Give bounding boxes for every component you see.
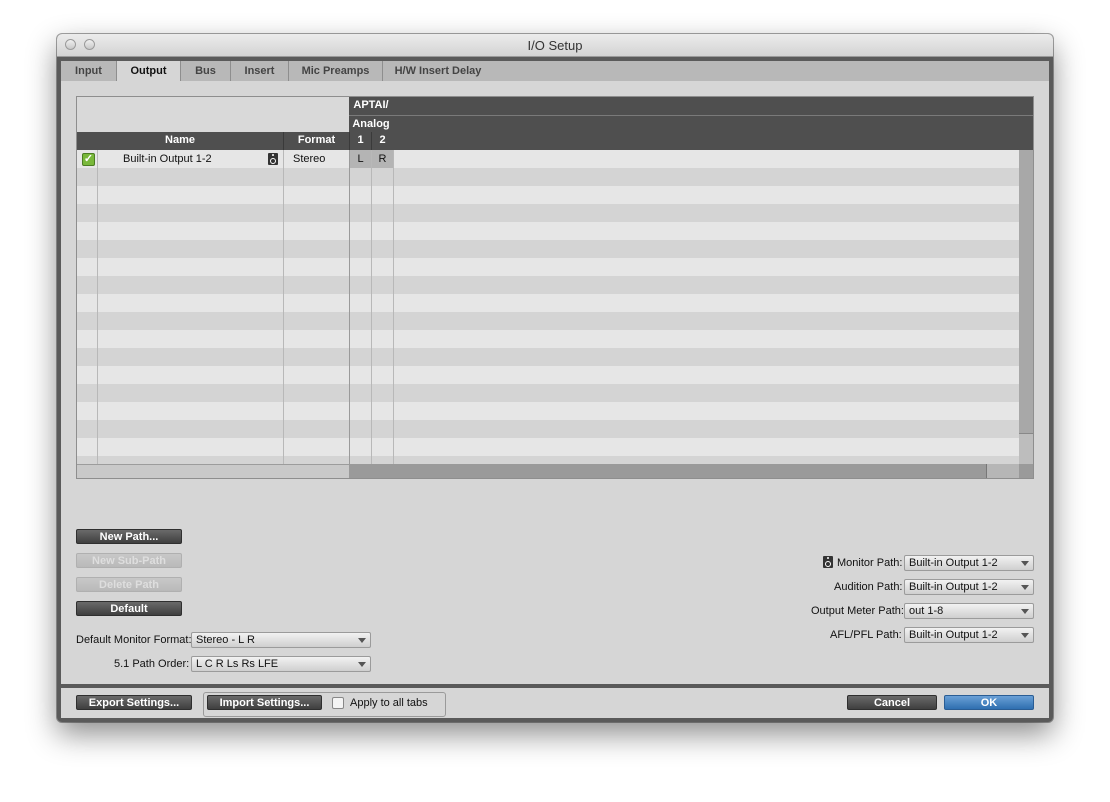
table-row[interactable] (77, 438, 1020, 456)
cancel-button[interactable]: Cancel (847, 695, 937, 710)
apply-to-all-tabs-checkbox[interactable] (332, 697, 344, 709)
select-value: Built-in Output 1-2 (909, 629, 998, 641)
import-settings-button[interactable]: Import Settings... (207, 695, 322, 710)
table-row[interactable] (77, 168, 1020, 186)
table-row[interactable] (77, 330, 1020, 348)
tab-bus[interactable]: Bus (181, 61, 231, 81)
select-value: out 1-8 (909, 605, 944, 617)
device-header-fill (393, 97, 1033, 115)
table-row[interactable] (77, 420, 1020, 438)
enable-checkbox[interactable]: ✓ (82, 153, 95, 166)
table-row[interactable] (77, 456, 1020, 464)
table-row[interactable] (77, 294, 1020, 312)
chevron-down-icon (358, 662, 366, 667)
output-meter-path-label: Output Meter Path: (811, 605, 904, 617)
audition-path-label: Audition Path: (834, 581, 903, 593)
chevron-down-icon (1021, 585, 1029, 590)
output-meter-path-select[interactable]: out 1-8 (904, 603, 1034, 619)
path-format: Stereo (293, 153, 326, 165)
table-row[interactable] (77, 222, 1020, 240)
table-row[interactable] (77, 240, 1020, 258)
table-row[interactable] (77, 186, 1020, 204)
group-header: Analog (349, 115, 393, 132)
default-monitor-format-label: Default Monitor Format: (76, 634, 192, 646)
tab-output[interactable]: Output (117, 61, 181, 82)
tab-insert[interactable]: Insert (231, 61, 289, 81)
channel-1-header: 1 (349, 132, 371, 150)
speaker-icon (823, 556, 833, 568)
afl-pfl-path-select[interactable]: Built-in Output 1-2 (904, 627, 1034, 643)
vertical-scrollbar[interactable] (1019, 150, 1033, 464)
bottom-bar: Export Settings... Import Settings... Ap… (61, 688, 1049, 718)
default-monitor-format-select[interactable]: Stereo - L R (191, 632, 371, 648)
channel-header-fill (393, 132, 1033, 150)
io-grid: APTAI/ Analog Name Format 1 2 ✓ Built-in… (76, 96, 1034, 479)
table-row[interactable] (77, 312, 1020, 330)
select-value: Built-in Output 1-2 (909, 581, 998, 593)
chevron-down-icon (358, 638, 366, 643)
path-order-label: 5.1 Path Order: (114, 658, 190, 670)
new-sub-path-button[interactable]: New Sub-Path (76, 553, 182, 568)
select-value: Stereo - L R (196, 634, 255, 646)
tab-bar: Input Output Bus Insert Mic Preamps H/W … (61, 61, 1049, 82)
tab-mic-preamps[interactable]: Mic Preamps (289, 61, 383, 81)
window-title: I/O Setup (527, 38, 583, 53)
table-row[interactable] (77, 402, 1020, 420)
name-column-header: Name (77, 132, 283, 150)
scroll-arrows[interactable] (986, 464, 1019, 478)
table-row[interactable] (77, 366, 1020, 384)
path-name[interactable]: Built-in Output 1-2 (123, 150, 212, 168)
horizontal-scrollbar[interactable] (349, 464, 1033, 478)
select-value: Built-in Output 1-2 (909, 557, 998, 569)
group-header-fill (393, 115, 1033, 132)
default-button[interactable]: Default (76, 601, 182, 616)
title-bar: I/O Setup (57, 34, 1053, 57)
table-row[interactable] (77, 348, 1020, 366)
divider (97, 150, 98, 464)
afl-pfl-path-label: AFL/PFL Path: (830, 629, 902, 641)
grid-header-blank (77, 97, 349, 132)
path-order-select[interactable]: L C R Ls Rs LFE (191, 656, 371, 672)
tab-input[interactable]: Input (61, 61, 117, 81)
monitor-path-label: Monitor Path: (837, 557, 903, 569)
table-row[interactable] (77, 204, 1020, 222)
format-column-header: Format (283, 132, 349, 150)
io-setup-window: I/O Setup Input Output Bus Insert Mic Pr… (57, 34, 1053, 722)
scroll-arrows[interactable] (1019, 433, 1033, 464)
apply-to-all-tabs-label: Apply to all tabs (350, 697, 428, 709)
chevron-down-icon (1021, 609, 1029, 614)
name-scroll-area (77, 464, 349, 478)
speaker-icon (268, 153, 278, 165)
table-row[interactable] (77, 384, 1020, 402)
device-header: APTAI/ (349, 97, 393, 115)
chevron-down-icon (1021, 633, 1029, 638)
table-row[interactable] (77, 150, 1020, 168)
delete-path-button[interactable]: Delete Path (76, 577, 182, 592)
new-path-button[interactable]: New Path... (76, 529, 182, 544)
output-panel: APTAI/ Analog Name Format 1 2 ✓ Built-in… (61, 81, 1049, 684)
audition-path-select[interactable]: Built-in Output 1-2 (904, 579, 1034, 595)
channel-2-assignment[interactable]: R (372, 150, 393, 168)
channel-1-assignment[interactable]: L (350, 150, 371, 168)
divider (393, 150, 394, 464)
divider (349, 150, 350, 464)
divider (283, 150, 284, 464)
select-value: L C R Ls Rs LFE (196, 658, 279, 670)
export-settings-button[interactable]: Export Settings... (76, 695, 192, 710)
path-rows (77, 150, 1020, 464)
ok-button[interactable]: OK (944, 695, 1034, 710)
table-row[interactable] (77, 276, 1020, 294)
channel-2-header: 2 (371, 132, 393, 150)
tab-hw-insert-delay[interactable]: H/W Insert Delay (383, 61, 493, 81)
divider (371, 150, 372, 464)
chevron-down-icon (1021, 561, 1029, 566)
monitor-path-select[interactable]: Built-in Output 1-2 (904, 555, 1034, 571)
table-row[interactable] (77, 258, 1020, 276)
